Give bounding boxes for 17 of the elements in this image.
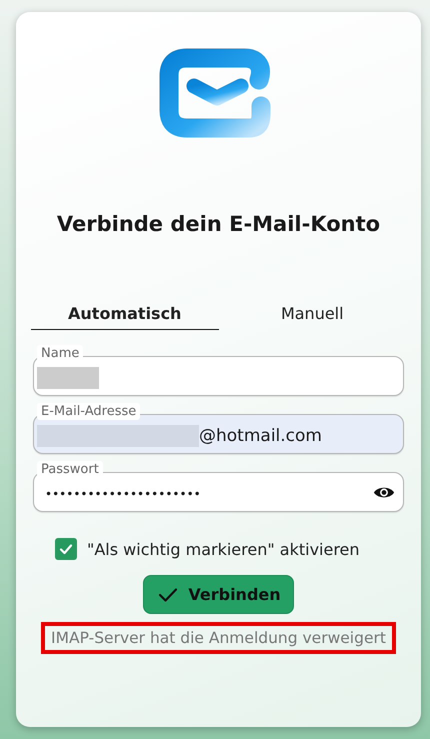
- input-field[interactable]: [33, 356, 404, 396]
- dialog-title: Verbinde dein E-Mail-Konto: [56, 212, 380, 236]
- password-field[interactable]: ••••••••••••••••••••••: [33, 472, 404, 512]
- tab[interactable]: Manuell: [218, 300, 406, 330]
- tab[interactable]: Automatisch: [31, 300, 218, 330]
- field-label: E-Mail-Adresse: [37, 403, 140, 420]
- checkbox[interactable]: [55, 538, 77, 560]
- field-label: Name: [37, 345, 84, 362]
- field-label: Passwort: [37, 461, 103, 478]
- connect-button[interactable]: Verbinden: [143, 575, 294, 614]
- error-message: IMAP-Server hat die Anmeldung verweigert: [41, 622, 396, 654]
- eye-icon[interactable]: [373, 484, 395, 500]
- input-field[interactable]: @hotmail.com: [33, 414, 404, 454]
- checkmark-icon: [158, 586, 178, 602]
- masked-password: ••••••••••••••••••••••: [44, 487, 201, 501]
- checkbox-label: "Als wichtig markieren" aktivieren: [87, 540, 360, 558]
- field-value: @hotmail.com: [199, 426, 322, 446]
